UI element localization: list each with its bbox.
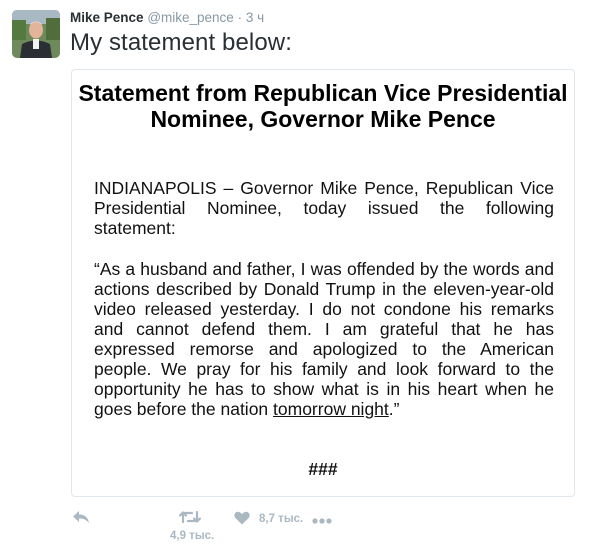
statement-intro: INDIANAPOLIS – Governor Mike Pence, Repu… bbox=[94, 178, 554, 238]
avatar-image bbox=[12, 10, 60, 58]
author-handle[interactable]: @mike_pence bbox=[147, 10, 234, 25]
statement-title: Statement from Republican Vice President… bbox=[78, 80, 568, 132]
tweet-text: My statement below: bbox=[70, 29, 292, 56]
statement-end-mark: ### bbox=[308, 459, 338, 479]
statement-quote: “As a husband and father, I was offended… bbox=[94, 259, 554, 419]
statement-image[interactable]: Statement from Republican Vice President… bbox=[71, 69, 575, 497]
tweet-timestamp[interactable]: 3 ч bbox=[246, 10, 264, 25]
retweet-icon[interactable] bbox=[178, 510, 202, 529]
heart-icon[interactable] bbox=[234, 511, 250, 530]
author-name[interactable]: Mike Pence bbox=[70, 10, 144, 25]
retweet-count[interactable]: 4,9 тыс. bbox=[170, 530, 214, 542]
tweet-header: Mike Pence @mike_pence · 3 ч bbox=[70, 10, 264, 25]
reply-icon[interactable] bbox=[72, 510, 90, 529]
quote-text: “As a husband and father, I was offended… bbox=[94, 259, 554, 419]
quote-closing: .” bbox=[388, 399, 400, 419]
header-separator: · bbox=[237, 10, 243, 25]
avatar[interactable] bbox=[12, 10, 60, 58]
more-icon[interactable] bbox=[312, 512, 332, 530]
quote-underlined-text: tomorrow night bbox=[273, 399, 389, 419]
like-count[interactable]: 8,7 тыс. bbox=[259, 513, 303, 525]
